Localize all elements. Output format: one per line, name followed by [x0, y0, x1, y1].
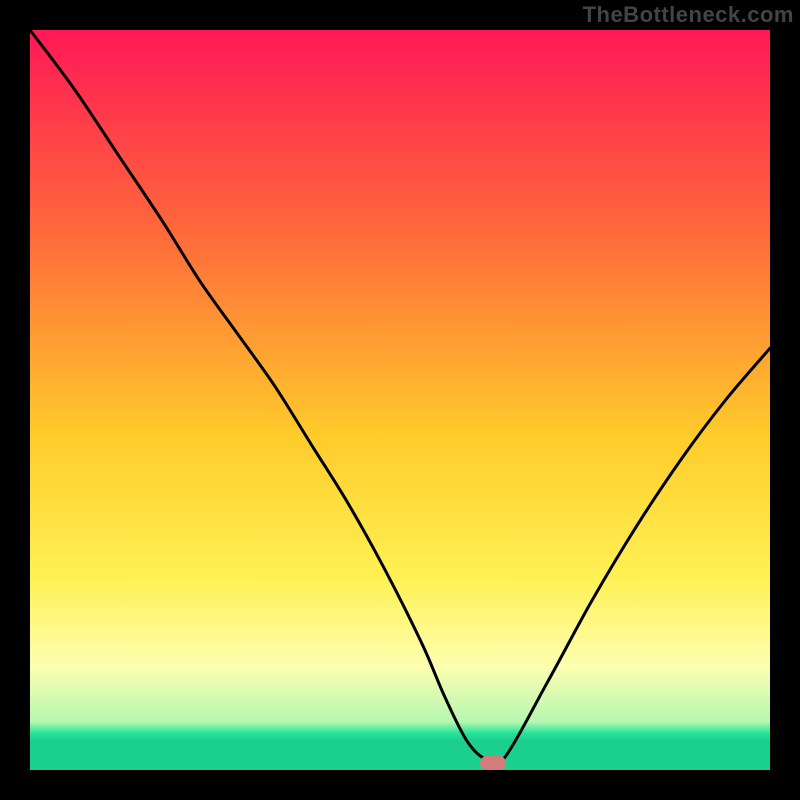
- plot-area: [30, 30, 770, 770]
- sweet-spot-marker: [480, 756, 506, 770]
- figure-frame: TheBottleneck.com: [0, 0, 800, 800]
- watermark-text: TheBottleneck.com: [583, 2, 794, 28]
- plot-svg: [30, 30, 770, 770]
- gradient-background: [30, 30, 770, 770]
